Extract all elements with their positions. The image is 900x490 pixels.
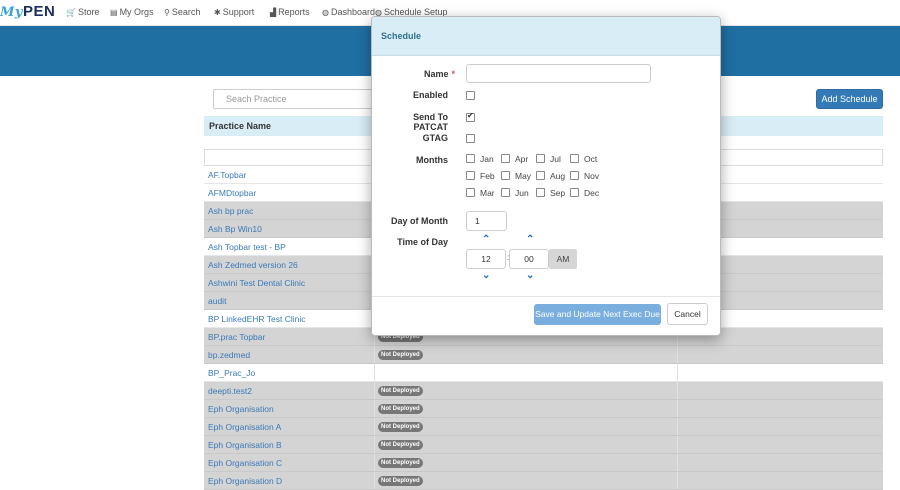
month-checkbox[interactable]: [536, 188, 545, 198]
month-checkbox[interactable]: [570, 154, 579, 164]
time-of-day-label: Time of Day: [397, 237, 448, 247]
enabled-label: Enabled: [412, 90, 448, 100]
month-checkbox[interactable]: [501, 154, 510, 164]
month-checkbox[interactable]: [466, 171, 475, 181]
enabled-checkbox[interactable]: [466, 91, 475, 100]
minute-up-chevron-icon[interactable]: ⌃: [526, 234, 534, 245]
day-of-month-input[interactable]: 1: [466, 211, 507, 231]
month-checkbox[interactable]: [536, 154, 545, 164]
month-label: May: [515, 171, 532, 181]
hour-up-chevron-icon[interactable]: ⌃: [482, 234, 490, 245]
month-label: Mar: [480, 188, 495, 198]
month-checkbox[interactable]: [466, 154, 475, 164]
month-label: Aug: [550, 171, 566, 181]
month-option-sep[interactable]: Sep: [536, 188, 565, 198]
hour-down-chevron-icon[interactable]: ⌄: [482, 270, 490, 281]
month-label: Oct: [584, 154, 598, 164]
modal-title: Schedule: [372, 17, 720, 56]
month-checkbox[interactable]: [536, 171, 545, 181]
month-label: Sep: [550, 188, 566, 198]
month-label: Jun: [515, 188, 529, 198]
minute-input[interactable]: 00: [509, 249, 549, 269]
month-option-feb[interactable]: Feb: [466, 171, 495, 181]
gtag-checkbox[interactable]: [466, 134, 475, 143]
month-label: Nov: [584, 171, 600, 181]
required-mark: *: [451, 69, 455, 79]
month-label: Apr: [515, 154, 529, 164]
hour-input[interactable]: 12: [466, 249, 506, 269]
month-checkbox[interactable]: [501, 171, 510, 181]
month-option-jun[interactable]: Jun: [501, 188, 529, 198]
gtag-label: GTAG: [422, 133, 448, 143]
minute-down-chevron-icon[interactable]: ⌄: [526, 270, 534, 281]
send-to-patcat-checkbox[interactable]: [466, 111, 475, 122]
month-option-jan[interactable]: Jan: [466, 154, 494, 164]
month-option-may[interactable]: May: [501, 171, 531, 181]
month-option-mar[interactable]: Mar: [466, 188, 495, 198]
name-input[interactable]: [466, 64, 651, 83]
month-label: Feb: [480, 171, 495, 181]
month-label: Jul: [550, 154, 561, 164]
send-to-patcat-label: Send To PATCAT: [413, 112, 448, 132]
month-checkbox[interactable]: [466, 188, 475, 198]
month-option-aug[interactable]: Aug: [536, 171, 565, 181]
month-label: Jan: [480, 154, 494, 164]
month-option-dec[interactable]: Dec: [570, 188, 599, 198]
month-option-nov[interactable]: Nov: [570, 171, 599, 181]
month-checkbox[interactable]: [570, 188, 579, 198]
month-option-oct[interactable]: Oct: [570, 154, 597, 164]
cancel-button[interactable]: Cancel: [667, 303, 708, 325]
month-checkbox[interactable]: [501, 188, 510, 198]
modal-footer-divider: [372, 296, 720, 297]
month-label: Dec: [584, 188, 600, 198]
name-label: Name *: [385, 69, 455, 79]
save-and-update-button[interactable]: Save and Update Next Exec Due: [534, 304, 661, 325]
am-pm-toggle[interactable]: AM: [549, 249, 577, 269]
month-option-apr[interactable]: Apr: [501, 154, 528, 164]
month-checkbox[interactable]: [570, 171, 579, 181]
day-of-month-label: Day of Month: [391, 216, 448, 226]
month-option-jul[interactable]: Jul: [536, 154, 561, 164]
name-label-text: Name: [423, 69, 449, 79]
months-label: Months: [416, 155, 448, 165]
